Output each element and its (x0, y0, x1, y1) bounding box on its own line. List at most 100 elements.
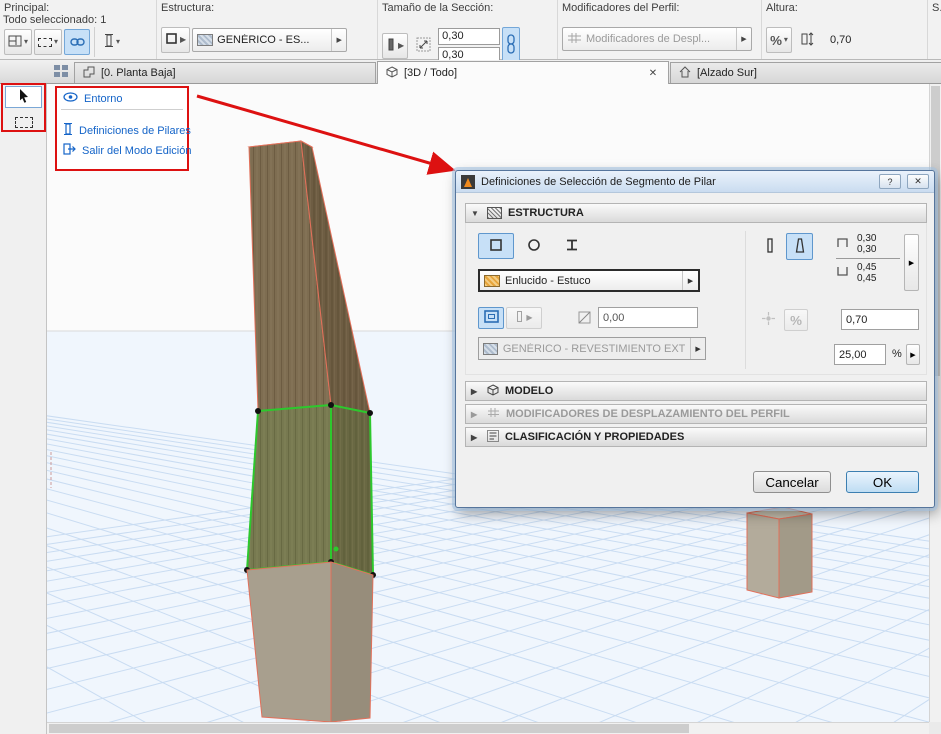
marquee-settings-button[interactable]: ▾ (34, 29, 62, 55)
menu-item-entorno[interactable]: Entorno (57, 90, 187, 107)
core-only-button[interactable] (478, 307, 504, 329)
core-frame-icon (484, 310, 499, 326)
tapered-column-icon (794, 237, 806, 257)
edit-mode-panel: Entorno Definiciones de Pilares Salir de… (55, 86, 189, 171)
tab-planta-baja[interactable]: [0. Planta Baja] (74, 62, 376, 83)
profile-circle-button[interactable] (516, 233, 552, 259)
section-shape-button[interactable]: ▶ (382, 33, 408, 59)
profile-modifiers-button[interactable]: Modificadores de Despl... ▶ (562, 27, 752, 51)
horizontal-scroll-thumb[interactable] (49, 724, 689, 733)
percent-icon: % (770, 33, 782, 48)
tapered-column-button[interactable] (786, 233, 813, 260)
height-value: 0,70 (830, 34, 851, 46)
menu-item-definiciones-pilares[interactable]: Definiciones de Pilares (57, 120, 187, 141)
scrollbar-corner (929, 722, 941, 734)
truncated-label: S... (932, 2, 941, 14)
material-swatch-icon (197, 34, 213, 46)
veneer-options-button[interactable]: ▶ (506, 307, 542, 329)
resize-section-button[interactable] (410, 33, 436, 59)
menu-item-label: Salir del Modo Edición (82, 145, 191, 157)
floorplan-icon (83, 66, 95, 81)
percent-flyout-button[interactable]: ▶ (906, 344, 920, 365)
building-material-combo[interactable]: GENÉRICO - ES... ▶ (192, 28, 347, 52)
column-bottom-segment[interactable] (247, 562, 373, 722)
marquee-tool-button[interactable] (5, 111, 42, 133)
uniform-column-button[interactable] (756, 233, 783, 260)
height-reference-button[interactable] (794, 27, 820, 53)
veneer-material-combo[interactable]: GENÉRICO - REVESTIMIENTO EXTE... ▶ (478, 337, 706, 360)
edit-handle-dot[interactable] (334, 547, 339, 552)
column-tool-button[interactable]: ▾ (99, 29, 125, 55)
modificadores-label: Modificadores del Perfil: (562, 2, 679, 14)
taper-flyout-button[interactable]: ▶ (904, 234, 919, 291)
section-label: MODELO (505, 385, 553, 397)
cancel-button[interactable]: Cancelar (753, 471, 831, 493)
toolbar-section-truncated: S... (928, 0, 941, 59)
circle-profile-icon (527, 238, 541, 255)
surface-material-label: Enlucido - Estuco (505, 275, 591, 287)
tab-alzado-sur[interactable]: [Alzado Sur] (670, 62, 941, 83)
link-dimensions-button[interactable] (502, 27, 520, 64)
collapsed-arrow-icon: ▶ (471, 387, 481, 396)
principal-label: Principal: (4, 2, 49, 14)
altura-label: Altura: (766, 2, 798, 14)
section-header-modificadores[interactable]: ▶ MODIFICADORES DE DESPLAZAMIENTO DEL PE… (465, 404, 927, 424)
column-icon (515, 310, 524, 326)
section-label: MODIFICADORES DE DESPLAZAMIENTO DEL PERF… (506, 408, 790, 420)
horizontal-scrollbar[interactable] (47, 722, 929, 734)
bottom-section-icon (836, 265, 849, 281)
archicad-window: { "colors": { "accent_blue": "#c7e0f7", … (0, 0, 941, 734)
structure-type-button[interactable]: ▶ (161, 27, 190, 53)
help-button[interactable]: ? (879, 174, 901, 189)
gravity-anchor-button[interactable] (756, 309, 780, 331)
column-top-segment[interactable] (249, 141, 370, 413)
menu-item-label: Entorno (84, 93, 123, 105)
chain-icon (70, 35, 85, 50)
top-toolbar: Principal: Todo seleccionado: 1 ▾ ▾ ▾ Es… (0, 0, 941, 60)
percent-icon: % (790, 313, 802, 328)
plan-settings-button[interactable]: ▾ (4, 29, 32, 55)
section-header-estructura[interactable]: ▼ ESTRUCTURA (465, 203, 927, 223)
dropdown-arrow-icon: ▾ (784, 36, 788, 44)
section-width-input[interactable]: 0,30 (438, 28, 500, 45)
surface-material-combo[interactable]: Enlucido - Estuco ▶ (478, 269, 700, 292)
section-header-modelo[interactable]: ▶ MODELO (465, 381, 927, 401)
tab-3d-todo[interactable]: [3D / Todo] ✕ (377, 61, 669, 84)
marquee-icon (15, 117, 33, 128)
tab-label: [Alzado Sur] (697, 67, 757, 79)
flyout-arrow-icon: ▶ (398, 42, 404, 50)
column-height-icon (800, 31, 814, 50)
profile-rect-button[interactable] (478, 233, 514, 259)
cancel-label: Cancelar (765, 475, 818, 490)
offset-icon (577, 310, 592, 328)
percent-height-button[interactable]: % (784, 309, 808, 331)
section-header-clasificacion[interactable]: ▶ CLASIFICACIÓN Y PROPIEDADES (465, 427, 927, 447)
plan-icon (8, 35, 22, 50)
quad-grid-icon (54, 65, 69, 81)
ok-button[interactable]: OK (846, 471, 919, 493)
taper-percent-input[interactable]: 25,00 (834, 344, 886, 365)
percent-mode-button[interactable]: % ▾ (766, 27, 792, 53)
cube-3d-icon (386, 66, 398, 81)
ok-label: OK (873, 475, 892, 490)
bottom-depth-value: 0,45 (857, 273, 876, 284)
dialog-titlebar[interactable]: Definiciones de Selección de Segmento de… (456, 171, 934, 193)
column-selected-segment[interactable] (244, 402, 376, 578)
tab-label: [0. Planta Baja] (101, 67, 176, 79)
top-width-value: 0,30 (857, 233, 876, 244)
toolbar-section-principal: Principal: Todo seleccionado: 1 ▾ ▾ ▾ (0, 0, 157, 59)
flyout-arrow-icon: ▶ (180, 36, 186, 44)
menu-separator (61, 109, 183, 110)
link-mode-button[interactable] (64, 29, 90, 55)
veneer-thickness-input[interactable]: 0,00 (598, 307, 698, 328)
secondary-column[interactable] (747, 507, 812, 598)
material-swatch-icon (483, 343, 498, 355)
taper-dimension-values: 0,30 0,30 0,45 0,45 (836, 233, 902, 284)
arrow-tool-button[interactable] (5, 86, 42, 108)
close-button[interactable]: ✕ (907, 174, 929, 189)
profile-ibeam-button[interactable] (554, 233, 590, 259)
menu-item-salir-modo-edicion[interactable]: Salir del Modo Edición (57, 141, 187, 160)
quad-view-button[interactable] (50, 63, 72, 82)
segment-height-input[interactable]: 0,70 (841, 309, 919, 330)
close-tab-icon[interactable]: ✕ (646, 68, 660, 79)
